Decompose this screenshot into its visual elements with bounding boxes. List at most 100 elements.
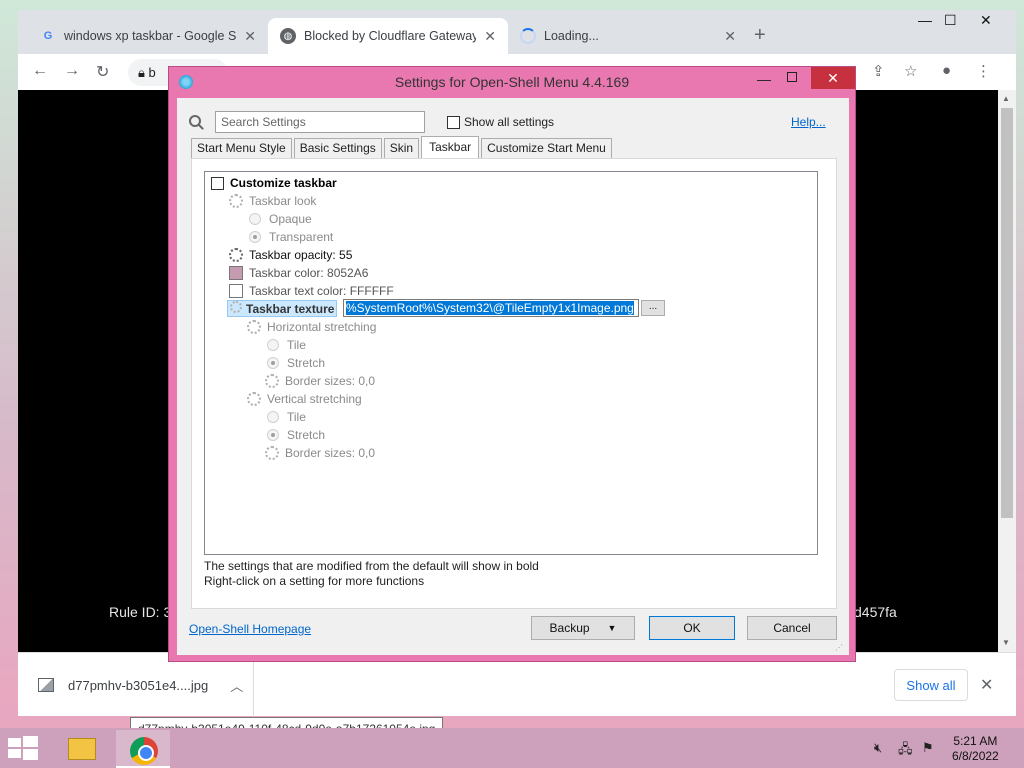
dialog-maximize-icon[interactable] [787,72,797,82]
minimize-window-icon[interactable]: — [918,12,932,28]
opaque-option[interactable]: Opaque [249,210,312,228]
action-center-flag-icon[interactable]: ⚑ [922,740,934,756]
chevron-up-icon[interactable]: ︿ [230,676,243,695]
backup-button[interactable]: Backup ▼ [531,616,635,640]
back-arrow-icon[interactable]: ← [32,62,48,80]
taskbar-opacity-setting[interactable]: Taskbar opacity: 55 [229,246,352,264]
close-tab-icon[interactable]: ✕ [484,28,496,45]
address-text: b [148,65,156,80]
close-download-shelf-icon[interactable]: ✕ [980,675,993,695]
radio-selected-icon[interactable] [249,231,261,243]
tab-start-menu-style[interactable]: Start Menu Style [191,138,292,158]
dialog-minimize-icon[interactable]: — [757,71,771,87]
setting-label: Taskbar text color: FFFFFF [249,284,394,298]
bookmark-star-icon[interactable]: ☆ [904,62,917,80]
close-tab-icon[interactable]: ✕ [244,28,256,45]
gear-icon [230,300,242,313]
border-sizes-setting[interactable]: Border sizes: 0,0 [265,372,375,390]
taskbar-texture-setting[interactable]: Taskbar texture [227,299,338,317]
tab-google-search[interactable]: G windows xp taskbar - Google Se ✕ [28,18,268,54]
image-file-icon [38,678,54,692]
border-sizes-vertical-setting[interactable]: Border sizes: 0,0 [265,444,375,462]
page-scrollbar[interactable]: ▲ ▼ [998,90,1016,652]
download-item[interactable]: d77pmhv-b3051e4....jpg ︿ [18,653,254,717]
option-label: Transparent [269,230,334,244]
option-label: Stretch [287,356,326,370]
texture-label: Taskbar texture [227,299,338,317]
radio-icon[interactable] [249,213,261,225]
scroll-down-icon[interactable]: ▼ [1002,638,1010,647]
taskbar-settings-panel: Customize taskbar Taskbar look Opaque Tr… [191,158,837,609]
close-tab-icon[interactable]: ✕ [724,28,736,45]
option-label: Tile [287,338,306,352]
clock-date: 6/8/2022 [952,749,999,763]
show-all-settings-label: Show all settings [464,115,555,129]
tile-option-vertical[interactable]: Tile [267,408,306,426]
new-tab-button[interactable]: + [754,24,766,47]
search-icon [189,115,201,127]
radio-selected-icon[interactable] [267,357,279,369]
resize-grip-icon[interactable]: ⋰ [835,643,843,652]
search-settings-input[interactable]: Search Settings [215,111,425,133]
forward-arrow-icon[interactable]: → [64,62,80,80]
network-icon[interactable]: 🖧 [898,740,913,762]
backup-label: Backup [549,621,590,635]
transparent-option[interactable]: Transparent [249,228,333,246]
texture-path-input[interactable]: %SystemRoot%\System32\@TileEmpty1x1Image… [343,299,639,317]
gear-icon [247,320,261,334]
option-label: Stretch [287,428,326,442]
scroll-up-icon[interactable]: ▲ [1002,94,1010,103]
vertical-stretching-setting[interactable]: Vertical stretching [247,390,362,408]
tab-title: windows xp taskbar - Google Se [64,29,237,43]
checkbox-icon[interactable] [447,115,460,129]
stretch-option[interactable]: Stretch [267,354,325,372]
radio-selected-icon[interactable] [267,429,279,441]
browse-button[interactable]: ... [641,300,665,316]
chrome-taskbar-button[interactable] [116,730,170,768]
taskbar-color-setting[interactable]: Taskbar color: 8052A6 [229,264,368,282]
scrollbar-thumb[interactable] [1001,108,1013,518]
tab-cloudflare-blocked[interactable]: ◍ Blocked by Cloudflare Gateway ✕ [268,18,508,54]
windows-taskbar: 🔇︎ 🖧 ⚑ 5:21 AM 6/8/2022 [0,728,1024,768]
tab-customize-start-menu[interactable]: Customize Start Menu [481,138,612,158]
help-link[interactable]: Help... [791,115,826,129]
volume-muted-icon[interactable]: 🔇︎ [874,740,882,756]
ok-button[interactable]: OK [649,616,735,640]
checkbox-icon[interactable] [211,176,224,190]
tab-skin[interactable]: Skin [383,138,420,158]
setting-label: Taskbar opacity: 55 [249,248,353,262]
reload-icon[interactable]: ↻ [96,62,109,82]
google-icon: G [43,30,53,42]
dialog-close-icon[interactable]: ✕ [811,67,855,89]
customize-taskbar-setting[interactable]: Customize taskbar [211,174,337,192]
loading-spinner-icon [520,28,536,44]
tile-option[interactable]: Tile [267,336,306,354]
bold-settings-note: The settings that are modified from the … [204,559,539,573]
file-explorer-taskbar-button[interactable] [54,730,108,768]
stretch-option-vertical[interactable]: Stretch [267,426,325,444]
start-logo-pane [8,738,21,747]
system-clock[interactable]: 5:21 AM 6/8/2022 [952,734,999,764]
open-shell-homepage-link[interactable]: Open-Shell Homepage [189,622,311,636]
taskbar-look-setting[interactable]: Taskbar look [229,192,316,210]
horizontal-stretching-setting[interactable]: Horizontal stretching [247,318,376,336]
share-icon[interactable]: ⇪ [872,62,885,80]
menu-kebab-icon[interactable]: ⋮ [976,62,991,80]
show-all-settings-checkbox[interactable]: Show all settings [447,115,554,129]
radio-icon[interactable] [267,339,279,351]
setting-label: Taskbar look [249,194,317,208]
maximize-window-icon[interactable]: ☐ [944,12,957,29]
cancel-button[interactable]: Cancel [747,616,837,640]
color-swatch-icon [229,266,243,280]
tab-taskbar[interactable]: Taskbar [421,136,480,158]
profile-avatar-icon[interactable]: ● [942,62,951,79]
tab-basic-settings[interactable]: Basic Settings [293,138,382,158]
taskbar-text-color-setting[interactable]: Taskbar text color: FFFFFF [229,282,394,300]
radio-icon[interactable] [267,411,279,423]
right-click-note: Right-click on a setting for more functi… [204,574,425,588]
close-window-icon[interactable]: ✕ [980,12,992,29]
show-all-downloads-button[interactable]: Show all [894,669,968,701]
tab-loading[interactable]: Loading... ✕ [508,18,748,54]
windows-start-button[interactable] [8,736,38,760]
rule-id-text: Rule ID: 3 [109,604,172,620]
